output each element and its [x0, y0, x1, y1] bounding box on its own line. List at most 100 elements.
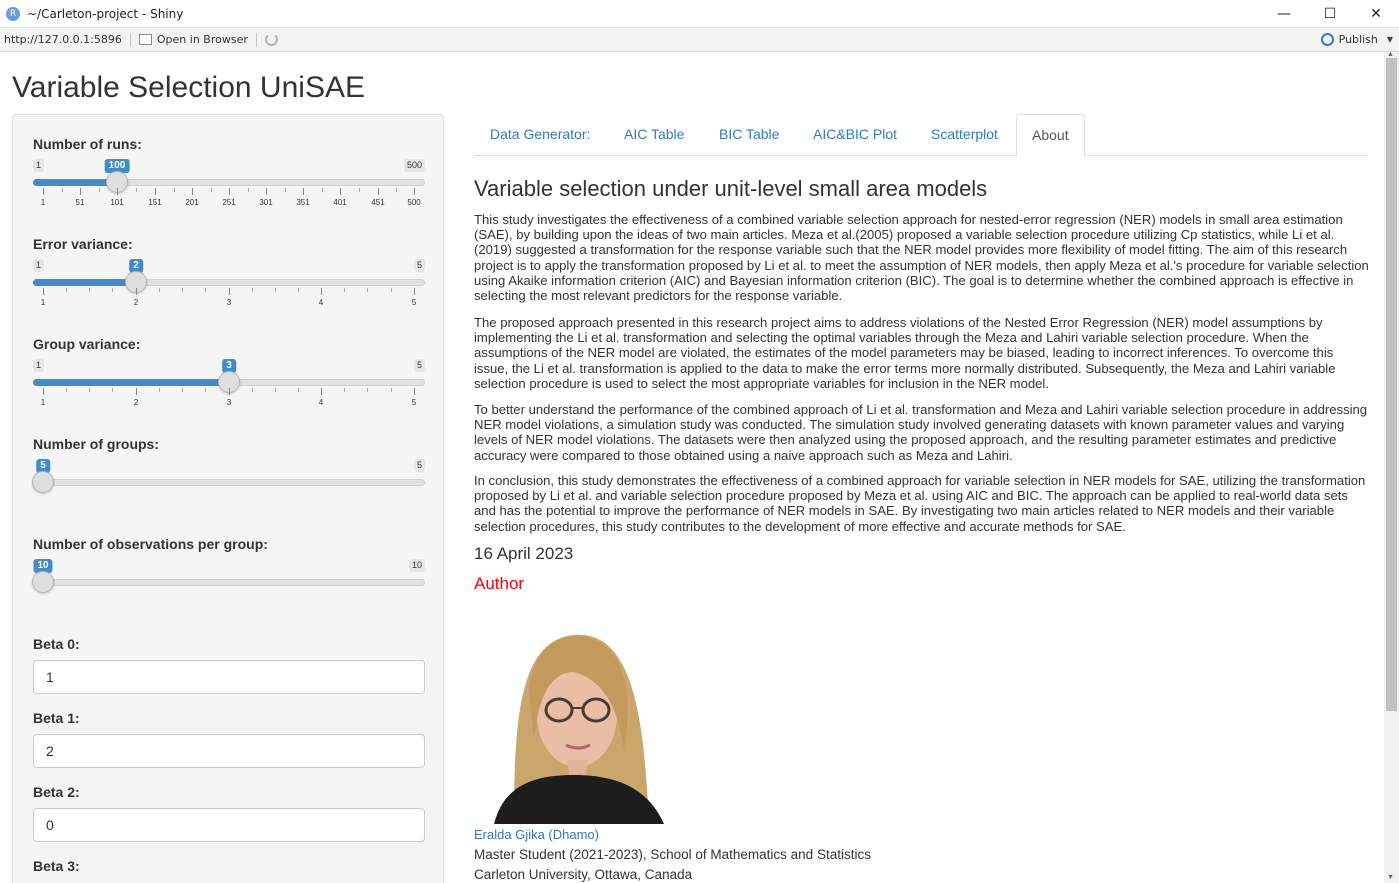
page-title: Variable Selection UniSAE — [12, 71, 365, 104]
rstudio-icon: R — [6, 6, 20, 21]
about-paragraph-2: The proposed approach presented in this … — [474, 315, 1336, 391]
publish-icon — [1320, 33, 1334, 46]
window-controls: — ☐ ✕ — [1261, 0, 1399, 28]
slider-max-label: 5 — [413, 259, 425, 272]
chevron-down-icon[interactable]: ▼ — [1387, 35, 1393, 44]
scroll-down-icon[interactable]: ▼ — [1387, 874, 1394, 881]
obs-per-group-slider[interactable]: 10 10 — [32, 559, 425, 619]
tab-bic-table[interactable]: BIC Table — [704, 114, 794, 156]
beta1-label: Beta 1: — [33, 710, 80, 726]
tick-label: 1 — [40, 398, 46, 407]
tick-label: 5 — [411, 298, 417, 307]
scroll-up-icon[interactable]: ▲ — [1387, 51, 1394, 58]
publish-label: Publish — [1338, 33, 1378, 46]
slider-handle[interactable] — [32, 571, 54, 593]
author-affiliation-line-2: Carleton University, Ottawa, Canada — [474, 867, 693, 882]
slider-max-label: 5 — [413, 359, 425, 372]
beta1-input[interactable]: 2 — [33, 734, 425, 768]
author-heading: Author — [474, 574, 525, 593]
refresh-icon[interactable] — [264, 33, 278, 46]
publish-button[interactable]: Publish ▼ — [1320, 33, 1393, 46]
about-date: 16 April 2023 — [474, 544, 574, 563]
slider-track[interactable] — [33, 479, 425, 486]
slider-ticks: 1 51 101 151 201 251 301 351 401 451 500 — [33, 188, 425, 210]
beta2-input[interactable]: 0 — [33, 808, 425, 842]
about-paragraph-4: In conclusion, this study demonstrates t… — [474, 473, 1366, 534]
group-variance-slider[interactable]: 1 5 3 1 2 3 4 5 — [33, 359, 425, 419]
maximize-button[interactable]: ☐ — [1307, 0, 1353, 28]
tick-label: 2 — [133, 398, 139, 407]
tick-label: 201 — [185, 198, 199, 207]
tick-label: 4 — [318, 398, 324, 407]
tick-label: 51 — [75, 198, 85, 207]
tick-label: 101 — [110, 198, 124, 207]
tick-label: 500 — [407, 198, 421, 207]
toolbar-divider — [129, 32, 131, 47]
tick-label: 401 — [333, 198, 347, 207]
author-affiliation-line-1: Master Student (2021-2023), School of Ma… — [474, 847, 871, 862]
slider-max-label: 5 — [413, 459, 425, 472]
tick-label: 151 — [148, 198, 162, 207]
tick-label: 5 — [411, 398, 417, 407]
open-in-browser-label: Open in Browser — [156, 33, 248, 46]
shiny-app-page: Variable Selection UniSAE Number of runs… — [0, 52, 1384, 883]
about-paragraph-3: To better understand the performance of … — [474, 402, 1368, 463]
obs-per-group-label: Number of observations per group: — [33, 536, 268, 552]
tick-label: 4 — [318, 298, 324, 307]
author-photo — [474, 600, 674, 824]
tab-about[interactable]: About — [1016, 114, 1085, 157]
tick-label: 3 — [226, 298, 232, 307]
error-variance-label: Error variance: — [33, 236, 133, 252]
author-name-link[interactable]: Eralda Gjika (Dhamo) — [474, 827, 599, 842]
viewer-toolbar: http://127.0.0.1:5896 Open in Browser Pu… — [0, 28, 1399, 52]
num-groups-slider[interactable]: 5 5 — [32, 459, 425, 519]
group-variance-label: Group variance: — [33, 336, 141, 352]
tick-label: 3 — [226, 398, 232, 407]
slider-fill — [33, 279, 136, 286]
error-variance-slider[interactable]: 1 5 2 1 2 3 4 5 — [33, 259, 425, 319]
tick-label: 251 — [222, 198, 236, 207]
slider-min-label: 1 — [33, 359, 45, 372]
slider-max-label: 10 — [408, 559, 425, 572]
tick-label: 1 — [40, 198, 46, 207]
window-title: ~/Carleton-project - Shiny — [27, 6, 184, 21]
tick-label: 451 — [371, 198, 385, 207]
tab-aic-bic-plot[interactable]: AIC&BIC Plot — [798, 114, 912, 156]
tab-bar: Data Generator: AIC Table BIC Table AIC&… — [474, 114, 1368, 157]
slider-fill — [33, 179, 117, 186]
author-portrait-image — [474, 600, 674, 824]
minimize-button[interactable]: — — [1261, 0, 1307, 28]
window-titlebar: R ~/Carleton-project - Shiny — ☐ ✕ — [0, 0, 1399, 28]
tab-data-generator[interactable]: Data Generator: — [475, 114, 605, 156]
tab-aic-table[interactable]: AIC Table — [609, 114, 699, 156]
close-button[interactable]: ✕ — [1353, 0, 1399, 28]
sidebar-panel: Number of runs: 1 500 100 1 51 101 151 2… — [12, 114, 444, 883]
runs-label: Number of runs: — [33, 136, 142, 152]
beta0-input[interactable]: 1 — [33, 660, 425, 694]
slider-ticks: 1 2 3 4 5 — [33, 288, 425, 310]
url-text[interactable]: http://127.0.0.1:5896 — [4, 33, 122, 46]
slider-handle[interactable] — [32, 471, 54, 493]
toolbar-divider — [255, 32, 257, 47]
tick-label: 301 — [259, 198, 273, 207]
slider-fill — [33, 379, 229, 386]
tab-scatterplot[interactable]: Scatterplot — [916, 114, 1013, 156]
scrollbar-thumb[interactable] — [1386, 58, 1397, 711]
about-heading: Variable selection under unit-level smal… — [474, 176, 988, 201]
tick-label: 1 — [40, 298, 46, 307]
open-in-browser-button[interactable]: Open in Browser — [138, 33, 248, 46]
runs-slider[interactable]: 1 500 100 1 51 101 151 201 251 301 351 4… — [33, 159, 425, 219]
slider-ticks: 1 2 3 4 5 — [33, 388, 425, 410]
tick-label: 2 — [133, 298, 139, 307]
browser-window-icon — [138, 34, 152, 45]
tick-label: 351 — [296, 198, 310, 207]
beta2-label: Beta 2: — [33, 784, 80, 800]
slider-min-label: 1 — [33, 259, 45, 272]
slider-track[interactable] — [33, 579, 425, 586]
num-groups-label: Number of groups: — [33, 436, 159, 452]
slider-min-label: 1 — [33, 159, 45, 172]
beta3-label: Beta 3: — [33, 858, 80, 874]
about-paragraph-1: This study investigates the effectivenes… — [474, 212, 1369, 304]
slider-max-label: 500 — [403, 159, 425, 172]
page-scrollbar[interactable]: ▲ ▼ — [1384, 51, 1399, 883]
